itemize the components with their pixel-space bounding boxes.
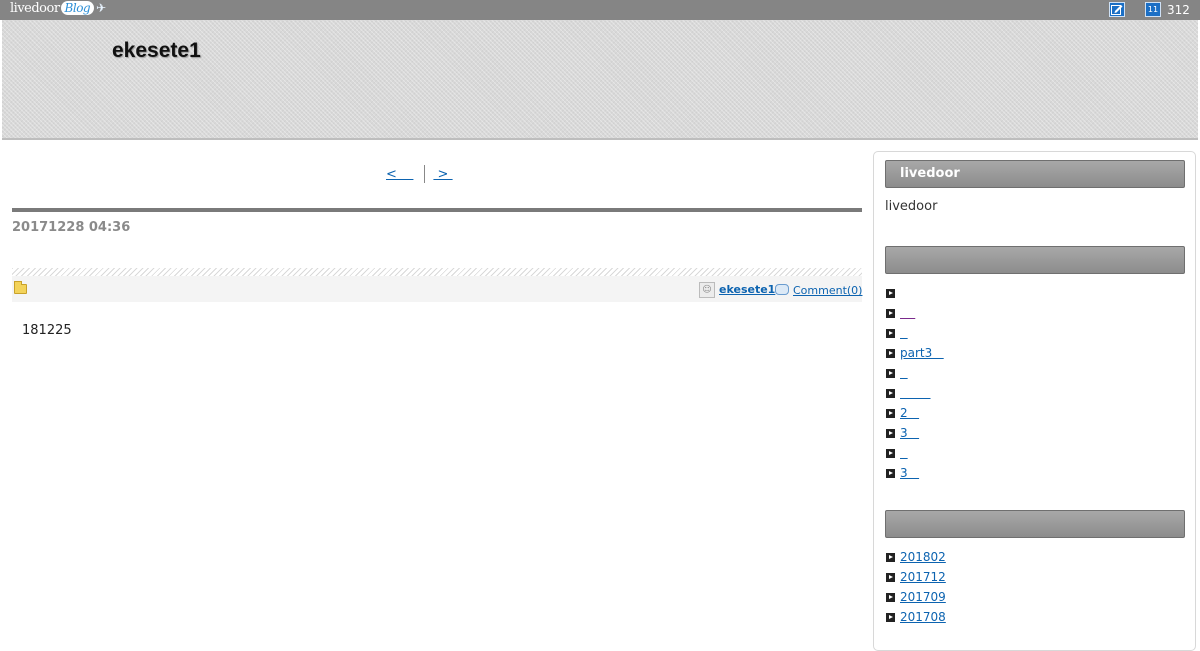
bullet-icon	[886, 309, 895, 318]
bullet-icon	[886, 429, 895, 438]
list-item: 2	[885, 403, 944, 423]
post-title-rule	[12, 208, 862, 212]
pager-divider	[424, 165, 426, 183]
recent-post-link[interactable]: 2	[900, 406, 919, 420]
post-pager: < >	[386, 165, 453, 183]
bullet-icon	[886, 449, 895, 458]
recent-post-link[interactable]: 3	[900, 426, 919, 440]
list-item: 3	[885, 463, 944, 483]
edit-icon[interactable]	[1109, 2, 1125, 17]
sidebar-heading-recent	[885, 246, 1185, 274]
bird-icon: ✈	[96, 1, 106, 15]
recent-post-link[interactable]	[900, 446, 908, 460]
author-avatar[interactable]: ☺	[699, 282, 715, 298]
calendar-icon[interactable]: 11	[1145, 2, 1161, 17]
sidebar-heading-livedoor: livedoor	[885, 160, 1185, 188]
recent-post-link[interactable]	[900, 306, 915, 320]
list-item: 201709	[885, 587, 946, 607]
archive-link[interactable]: 201712	[900, 570, 946, 584]
list-item	[885, 363, 944, 383]
sidebar-livedoor-text: livedoor	[885, 199, 938, 214]
list-item: part3	[885, 343, 944, 363]
logo-text: livedoor	[10, 1, 60, 16]
post-divider	[12, 268, 862, 276]
recent-post-link[interactable]	[900, 326, 908, 340]
logo-badge: Blog	[60, 1, 95, 15]
bullet-icon	[886, 593, 895, 602]
author-link[interactable]: ekesete1	[719, 283, 775, 296]
recent-posts-list: part3 2 3 3	[885, 283, 944, 483]
list-item	[885, 443, 944, 463]
list-item	[885, 323, 944, 343]
archive-list: 201802 201712 201709 201708	[885, 547, 946, 627]
bullet-icon	[886, 469, 895, 478]
bullet-icon	[886, 553, 895, 562]
list-item: 201708	[885, 607, 946, 627]
sidebar-heading-archives	[885, 510, 1185, 538]
list-item: 201802	[885, 547, 946, 567]
bullet-icon	[886, 573, 895, 582]
recent-post-link[interactable]: 3	[900, 466, 919, 480]
comment-icon	[775, 284, 789, 295]
post-date: 20171228 04:36	[12, 220, 131, 235]
bullet-icon	[886, 349, 895, 358]
bullet-icon	[886, 409, 895, 418]
archive-link[interactable]: 201708	[900, 610, 946, 624]
list-item	[885, 283, 944, 303]
recent-post-link[interactable]	[900, 386, 931, 400]
recent-post-link[interactable]	[900, 366, 908, 380]
archive-link[interactable]: 201709	[900, 590, 946, 604]
next-post-link[interactable]: >	[433, 167, 452, 182]
previous-post-link[interactable]: <	[386, 167, 413, 182]
bullet-icon	[886, 329, 895, 338]
blog-title[interactable]: ekesete1	[112, 39, 201, 63]
list-item	[885, 383, 944, 403]
post-body: 181225	[22, 323, 72, 338]
list-item: 3	[885, 423, 944, 443]
list-item: 201712	[885, 567, 946, 587]
visitor-count: 312	[1167, 3, 1190, 17]
archive-link[interactable]: 201802	[900, 550, 946, 564]
recent-post-link[interactable]: part3	[900, 346, 944, 360]
blog-header: ekesete1	[2, 20, 1198, 140]
bullet-icon	[886, 289, 895, 298]
folder-icon[interactable]	[14, 281, 27, 294]
comment-link[interactable]: Comment(0)	[793, 284, 862, 297]
top-navigation-bar: livedoor Blog ✈ 11 312	[0, 0, 1200, 20]
bullet-icon	[886, 613, 895, 622]
bullet-icon	[886, 369, 895, 378]
list-item	[885, 303, 944, 323]
livedoor-blog-logo[interactable]: livedoor Blog ✈	[10, 1, 106, 19]
bullet-icon	[886, 389, 895, 398]
